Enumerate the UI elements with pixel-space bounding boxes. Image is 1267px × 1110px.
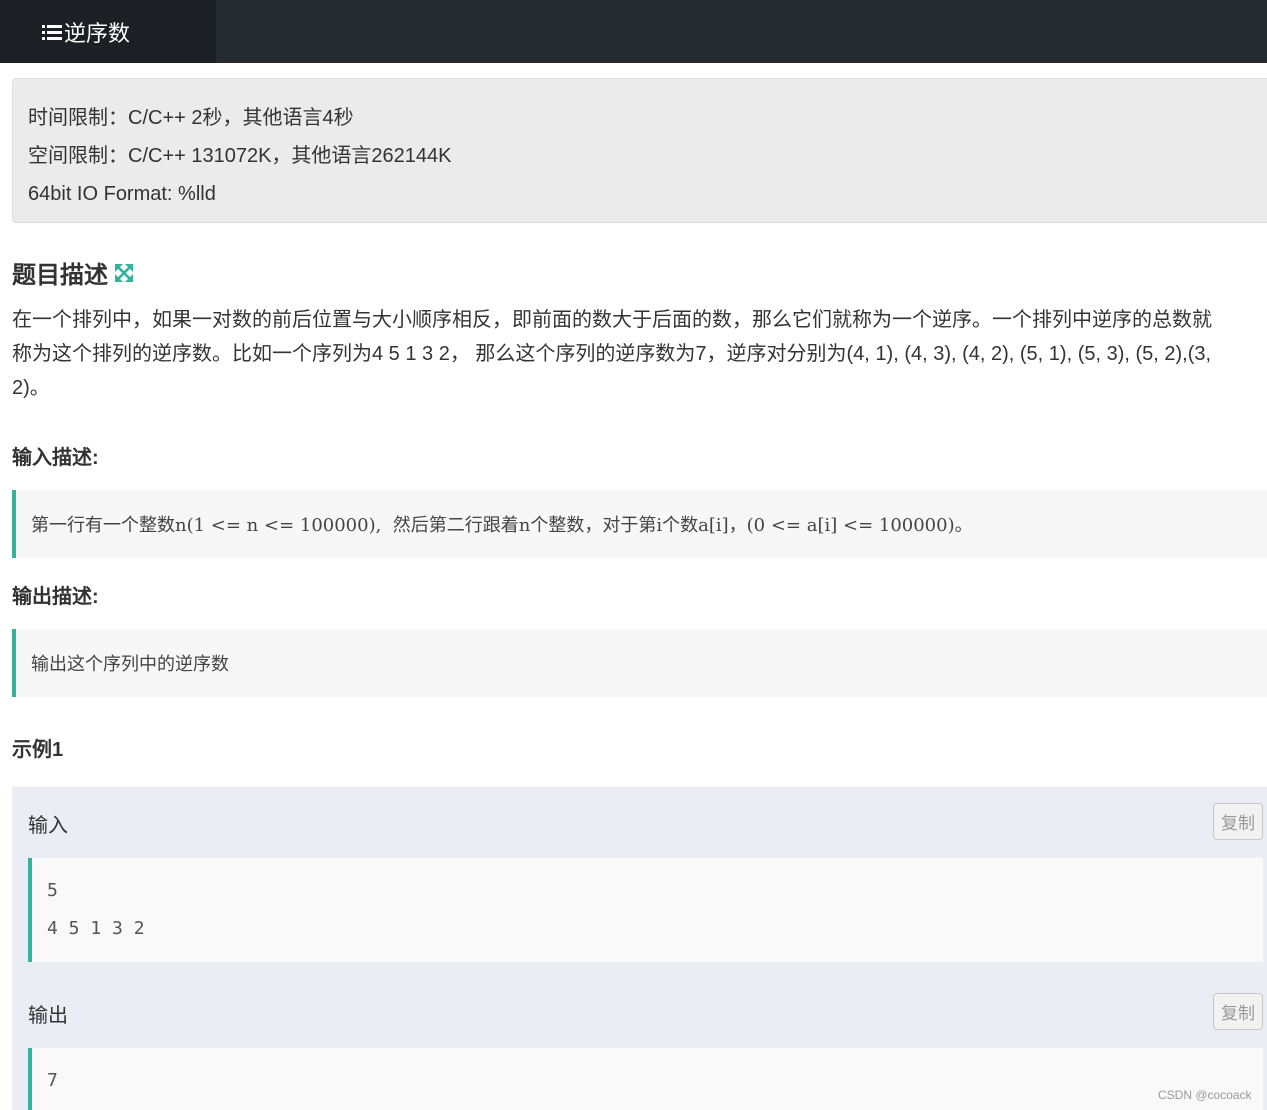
desc-line-1: 在一个排列中，如果一对数的前后位置与大小顺序相反，即前面的数大于后面的数，那么它… bbox=[12, 309, 1212, 331]
copy-output-button[interactable]: 复制 bbox=[1213, 993, 1263, 1030]
problem-description-title: 题目描述 bbox=[12, 262, 108, 289]
input-description-title: 输入描述: bbox=[12, 447, 99, 469]
io-format: 64bit IO Format: %lld bbox=[28, 183, 216, 205]
desc-line-2: 称为这个排列的逆序数。比如一个序列为4 5 1 3 2， 那么这个序列的逆序数为… bbox=[12, 343, 1212, 365]
limits-panel: 时间限制：C/C++ 2秒，其他语言4秒 空间限制：C/C++ 131072K，… bbox=[12, 78, 1267, 223]
problem-description-heading: 题目描述 bbox=[12, 255, 134, 290]
code-line: 5 bbox=[47, 880, 58, 901]
copy-input-button[interactable]: 复制 bbox=[1213, 803, 1263, 840]
example-output-code[interactable]: 7 bbox=[28, 1048, 1263, 1110]
example-box: 输入 复制 5 4 5 1 3 2 输出 复制 7 bbox=[12, 787, 1267, 1110]
top-bar: 逆序数 bbox=[0, 0, 1267, 63]
input-description: 第一行有一个整数n(1 <= n <= 100000), 然后第二行跟着n个整数… bbox=[12, 490, 1267, 558]
expand-icon[interactable] bbox=[114, 263, 134, 283]
example-output-label: 输出 bbox=[28, 1005, 68, 1027]
problem-tab[interactable]: 逆序数 bbox=[0, 0, 216, 63]
watermark: CSDN @cocoack bbox=[1158, 1088, 1252, 1102]
space-limit: 空间限制：C/C++ 131072K，其他语言262144K bbox=[28, 145, 452, 167]
time-limit: 时间限制：C/C++ 2秒，其他语言4秒 bbox=[28, 107, 354, 129]
output-description: 输出这个序列中的逆序数 bbox=[12, 629, 1267, 697]
desc-line-3: 2)。 bbox=[12, 377, 50, 399]
problem-description-text: 在一个排列中，如果一对数的前后位置与大小顺序相反，即前面的数大于后面的数，那么它… bbox=[12, 303, 1267, 405]
output-description-title: 输出描述: bbox=[12, 586, 99, 608]
example-input-code[interactable]: 5 4 5 1 3 2 bbox=[28, 858, 1263, 962]
example-title: 示例1 bbox=[12, 739, 64, 761]
list-icon bbox=[42, 24, 62, 40]
example-input-label: 输入 bbox=[28, 815, 68, 837]
code-line: 4 5 1 3 2 bbox=[47, 918, 145, 939]
problem-tab-label: 逆序数 bbox=[64, 20, 131, 46]
code-line: 7 bbox=[47, 1070, 58, 1091]
